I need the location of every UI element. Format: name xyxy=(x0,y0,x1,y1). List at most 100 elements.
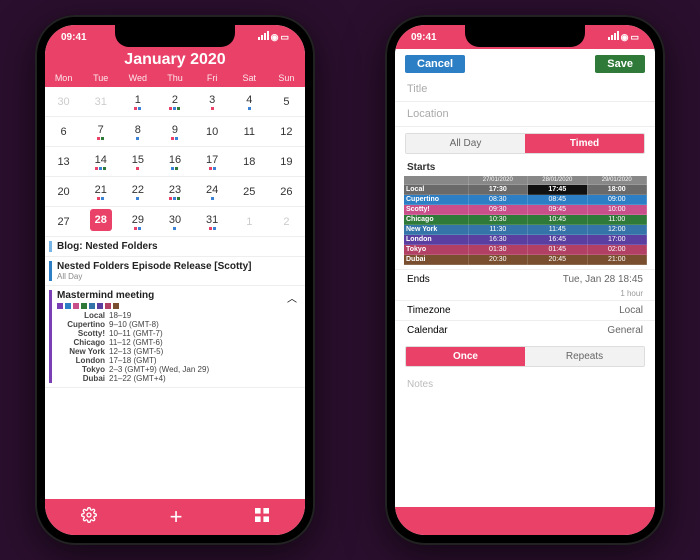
allday-timed-segment[interactable]: All Day Timed xyxy=(405,133,645,154)
event-list: Blog: Nested Folders Nested Folders Episo… xyxy=(45,237,305,499)
segment-repeats[interactable]: Repeats xyxy=(525,347,644,366)
day-cell[interactable]: 29 xyxy=(119,207,156,237)
day-cell[interactable]: 10 xyxy=(194,117,231,147)
status-icons: ◉ ▭ xyxy=(229,31,289,43)
home-indicator[interactable] xyxy=(480,538,570,542)
day-cell[interactable]: 1 xyxy=(231,207,268,237)
battery-icon: ▭ xyxy=(630,32,639,43)
save-button[interactable]: Save xyxy=(595,55,645,73)
phone-event-editor: 09:41 ◉ ▭ Cancel Save Title Location All… xyxy=(385,15,665,545)
day-cell[interactable]: 31 xyxy=(194,207,231,237)
cellular-icon xyxy=(257,31,269,43)
month-title[interactable]: January 2020 xyxy=(45,49,305,73)
timezone-row: Dubai21–22 (GMT+4) xyxy=(57,374,297,383)
duration-label: 1 hour xyxy=(395,289,655,300)
weekday-cell: Fri xyxy=(194,73,231,83)
status-time: 09:41 xyxy=(61,32,121,43)
day-cell[interactable]: 26 xyxy=(268,177,305,207)
ends-label: Ends xyxy=(407,274,430,285)
ends-value: Tue, Jan 28 18:45 xyxy=(563,274,643,285)
day-cell[interactable]: 30 xyxy=(45,87,82,117)
day-cell[interactable]: 2 xyxy=(268,207,305,237)
editor-top-buttons: Cancel Save xyxy=(395,49,655,77)
day-cell[interactable]: 9 xyxy=(156,117,193,147)
day-cell[interactable]: 14 xyxy=(82,147,119,177)
notch xyxy=(465,25,585,47)
timezone-row: Cupertino9–10 (GMT-8) xyxy=(57,320,297,329)
weekday-cell: Tue xyxy=(82,73,119,83)
calendar-grid[interactable]: 3031123456789101112131415161718192021222… xyxy=(45,87,305,237)
timezone-row: London17–18 (GMT) xyxy=(57,356,297,365)
status-icons: ◉ ▭ xyxy=(579,31,639,43)
calendar-row[interactable]: Calendar General xyxy=(395,320,655,340)
event-title: Blog: Nested Folders xyxy=(57,241,297,252)
day-cell[interactable]: 5 xyxy=(268,87,305,117)
day-cell[interactable]: 24 xyxy=(194,177,231,207)
day-cell[interactable]: 19 xyxy=(268,147,305,177)
weekday-header: MonTueWedThuFriSatSun xyxy=(45,73,305,87)
collapse-icon[interactable]: ︿ xyxy=(287,290,297,305)
timezone-row: Tokyo2–3 (GMT+9) (Wed, Jan 29) xyxy=(57,365,297,374)
home-indicator[interactable] xyxy=(130,538,220,542)
day-cell[interactable]: 30 xyxy=(156,207,193,237)
segment-allday[interactable]: All Day xyxy=(406,134,525,153)
day-cell[interactable]: 23 xyxy=(156,177,193,207)
notes-input[interactable]: Notes xyxy=(395,373,655,396)
event-subtitle: All Day xyxy=(57,272,297,281)
day-cell[interactable]: 20 xyxy=(45,177,82,207)
day-cell[interactable]: 8 xyxy=(119,117,156,147)
day-cell[interactable]: 15 xyxy=(119,147,156,177)
timezone-row: New York12–13 (GMT-5) xyxy=(57,347,297,356)
start-time-grid[interactable]: 27/01/202028/01/202029/01/2020Local17:30… xyxy=(403,175,647,265)
segment-once[interactable]: Once xyxy=(406,347,525,366)
day-cell[interactable]: 17 xyxy=(194,147,231,177)
segment-timed[interactable]: Timed xyxy=(525,134,644,153)
timezone-value: Local xyxy=(619,305,643,316)
cancel-button[interactable]: Cancel xyxy=(405,55,465,73)
event-item[interactable]: Nested Folders Episode Release [Scotty]A… xyxy=(45,257,305,286)
day-cell[interactable]: 13 xyxy=(45,147,82,177)
starts-label: Starts xyxy=(395,160,655,173)
timezone-row[interactable]: Timezone Local xyxy=(395,300,655,320)
day-cell[interactable]: 22 xyxy=(119,177,156,207)
settings-icon[interactable] xyxy=(81,507,97,528)
day-cell[interactable]: 3 xyxy=(194,87,231,117)
wifi-icon: ◉ xyxy=(271,32,279,43)
calendar-screen: 09:41 ◉ ▭ January 2020 MonTueWedThuFriSa… xyxy=(45,25,305,535)
battery-icon: ▭ xyxy=(280,32,289,43)
day-cell[interactable]: 1 xyxy=(119,87,156,117)
day-cell[interactable]: 31 xyxy=(82,87,119,117)
event-title: Nested Folders Episode Release [Scotty] xyxy=(57,261,297,272)
calendar-value: General xyxy=(607,325,643,336)
view-grid-icon[interactable] xyxy=(255,508,269,527)
day-cell[interactable]: 28 xyxy=(82,207,119,237)
day-cell[interactable]: 6 xyxy=(45,117,82,147)
day-cell[interactable]: 18 xyxy=(231,147,268,177)
day-cell[interactable]: 21 xyxy=(82,177,119,207)
bottom-bar xyxy=(395,507,655,535)
weekday-cell: Wed xyxy=(119,73,156,83)
day-cell[interactable]: 16 xyxy=(156,147,193,177)
day-cell[interactable]: 7 xyxy=(82,117,119,147)
editor-screen: 09:41 ◉ ▭ Cancel Save Title Location All… xyxy=(395,25,655,535)
day-cell[interactable]: 12 xyxy=(268,117,305,147)
ends-row[interactable]: Ends Tue, Jan 28 18:45 xyxy=(395,269,655,289)
weekday-cell: Sat xyxy=(231,73,268,83)
day-cell[interactable]: 25 xyxy=(231,177,268,207)
wifi-icon: ◉ xyxy=(621,32,629,43)
title-input[interactable]: Title xyxy=(395,77,655,102)
day-cell[interactable]: 11 xyxy=(231,117,268,147)
timezone-row: Scotty!10–11 (GMT-7) xyxy=(57,329,297,338)
timezone-row: Local18–19 xyxy=(57,311,297,320)
event-item[interactable]: Blog: Nested Folders xyxy=(45,237,305,257)
day-cell[interactable]: 27 xyxy=(45,207,82,237)
event-mastermind[interactable]: ︿ Mastermind meeting Local18–19Cupertino… xyxy=(45,286,305,388)
cellular-icon xyxy=(607,31,619,43)
day-cell[interactable]: 4 xyxy=(231,87,268,117)
day-cell[interactable]: 2 xyxy=(156,87,193,117)
recurrence-segment[interactable]: Once Repeats xyxy=(405,346,645,367)
calendar-label: Calendar xyxy=(407,325,448,336)
notch xyxy=(115,25,235,47)
add-icon[interactable]: + xyxy=(170,504,183,530)
location-input[interactable]: Location xyxy=(395,102,655,127)
